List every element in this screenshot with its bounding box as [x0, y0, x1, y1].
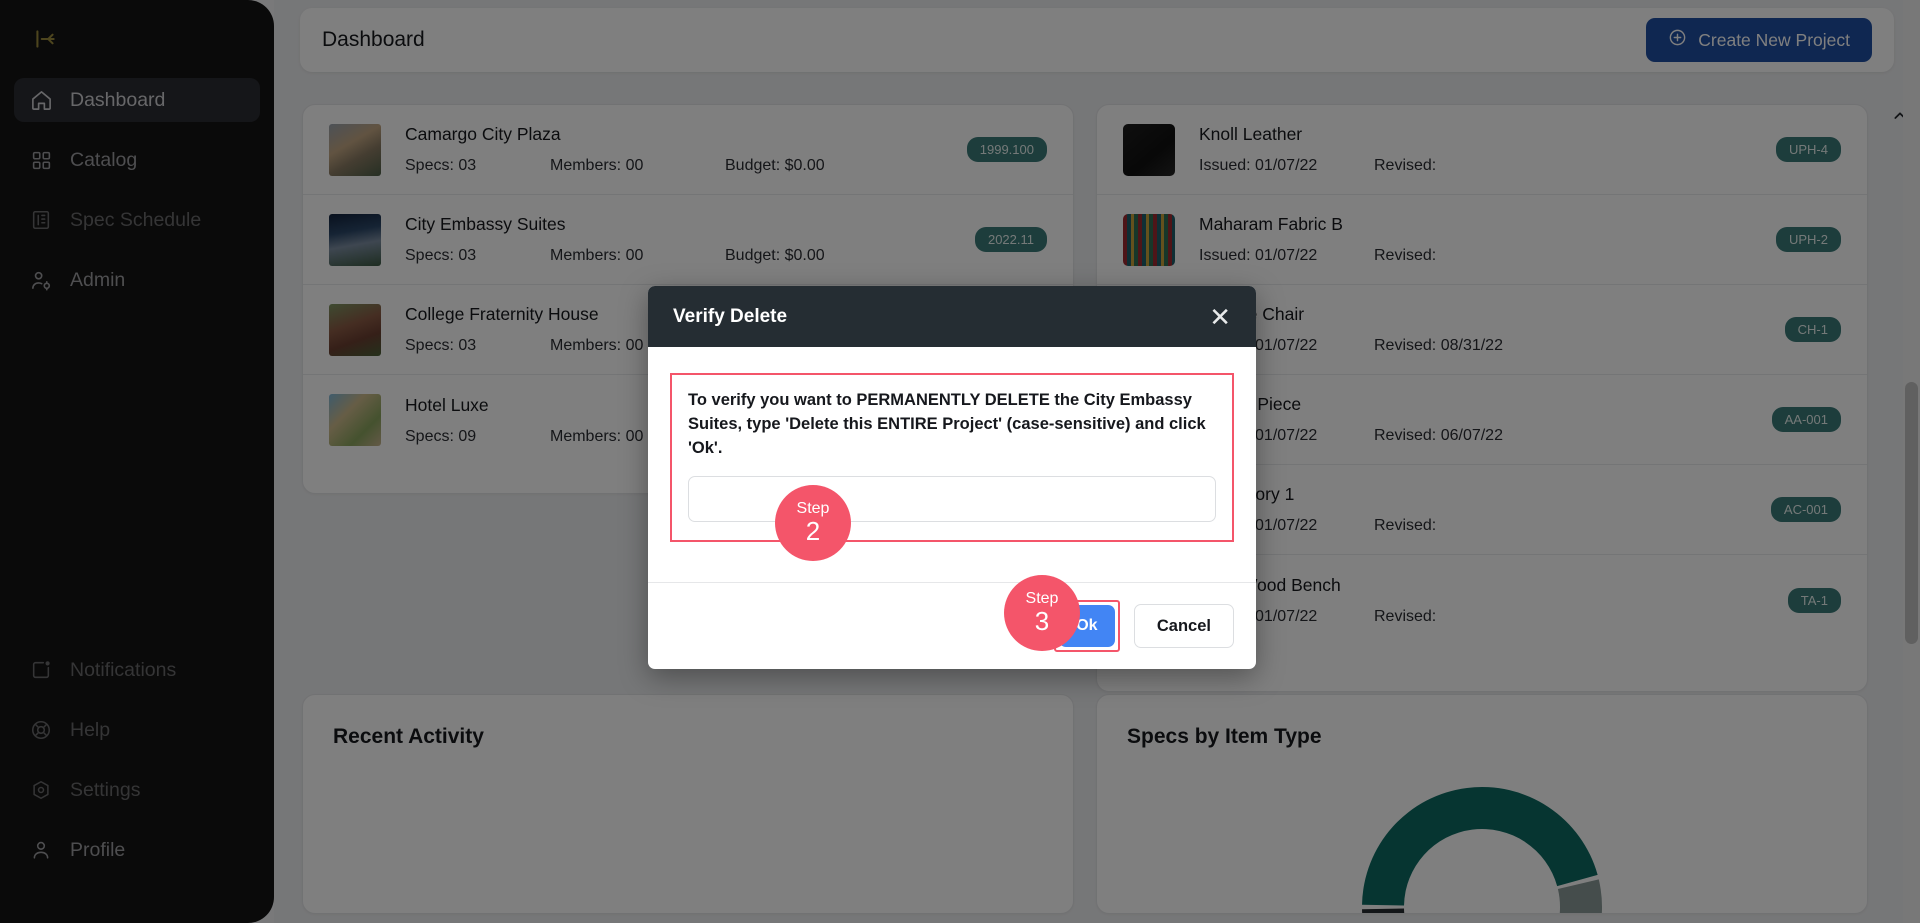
step-number: 3 [1034, 605, 1050, 636]
modal-body: To verify you want to PERMANENTLY DELETE… [648, 347, 1256, 582]
modal-footer: Ok Cancel [648, 582, 1256, 669]
app-root: Dashboard Catalog Spec [0, 0, 1920, 923]
step2-highlight-box: To verify you want to PERMANENTLY DELETE… [670, 373, 1234, 543]
step-3-annotation: Step 3 [1004, 575, 1080, 651]
step-number: 2 [805, 515, 821, 546]
step-2-annotation: Step 2 [775, 485, 851, 561]
modal-title: Verify Delete [673, 305, 788, 327]
close-icon[interactable]: ✕ [1209, 304, 1231, 330]
modal-message: To verify you want to PERMANENTLY DELETE… [688, 391, 1206, 457]
verify-text-input[interactable] [688, 476, 1216, 523]
verify-delete-modal: Verify Delete ✕ To verify you want to PE… [648, 286, 1256, 670]
cancel-button[interactable]: Cancel [1133, 604, 1234, 649]
modal-header: Verify Delete ✕ [648, 286, 1256, 347]
